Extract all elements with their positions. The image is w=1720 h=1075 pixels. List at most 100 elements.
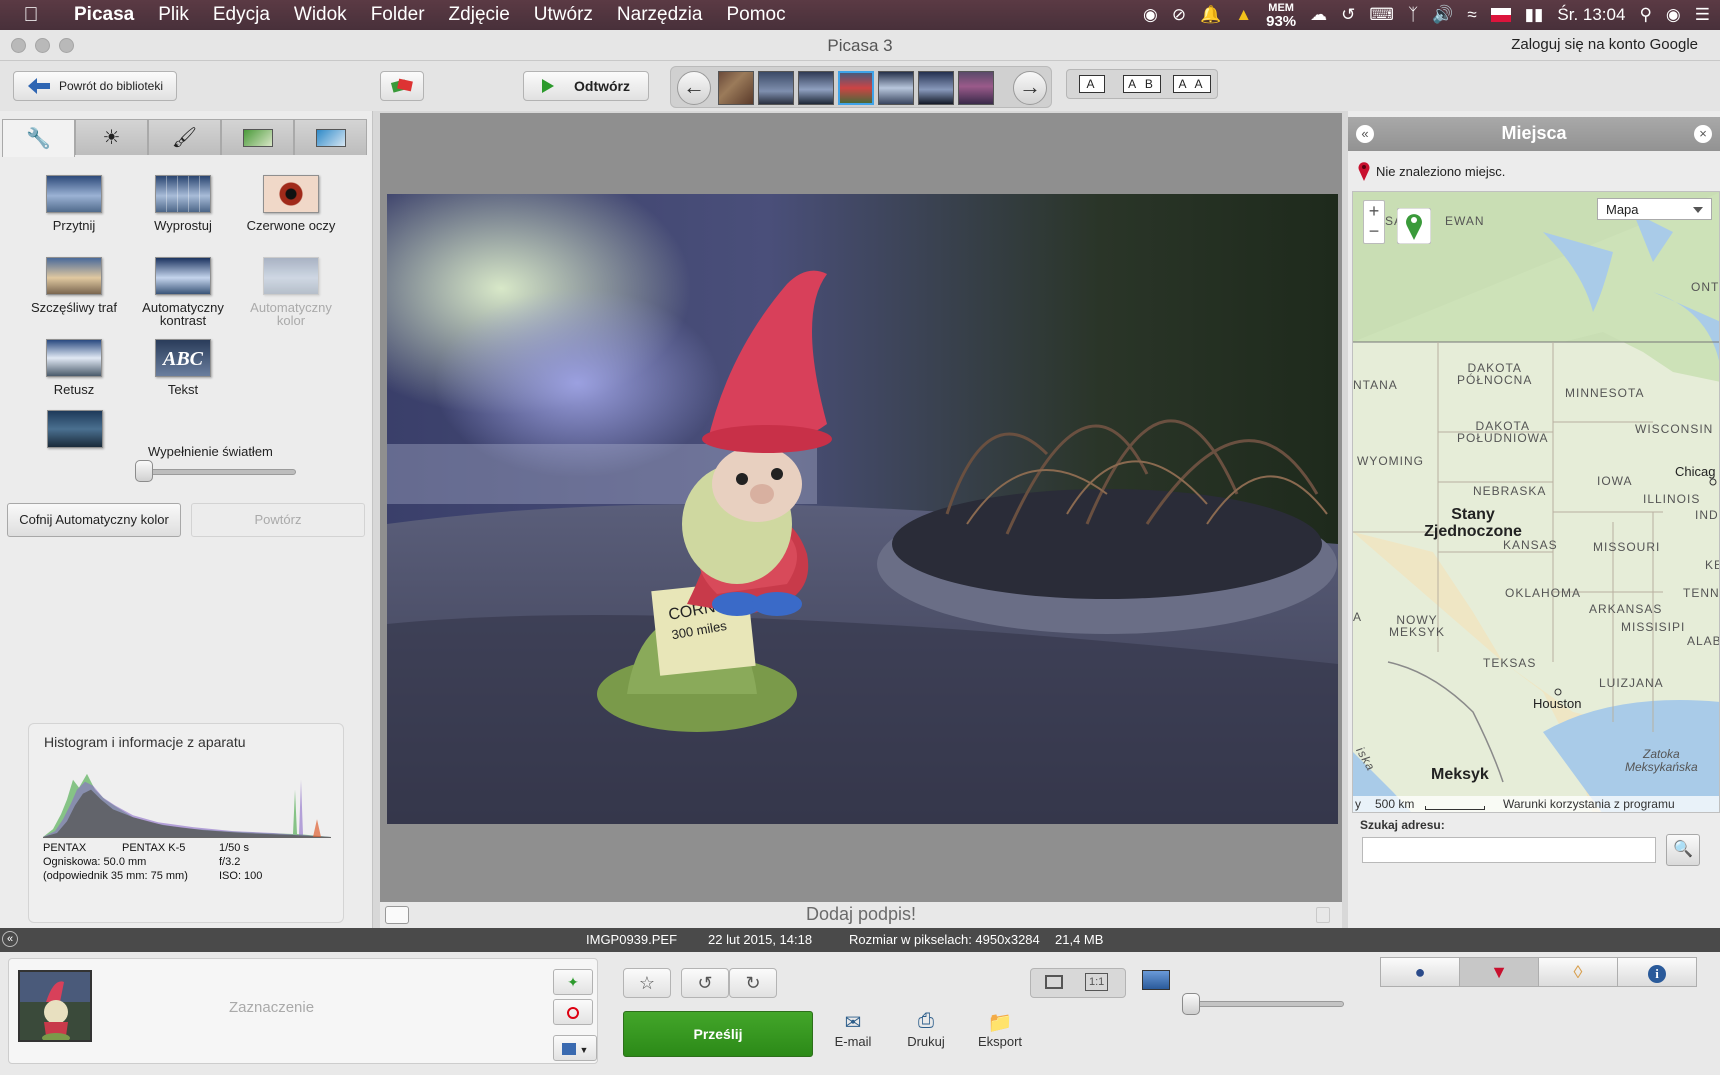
previous-photo-button[interactable]: ←: [677, 71, 711, 105]
caption-input[interactable]: Dodaj podpis!: [380, 904, 1342, 925]
user-icon[interactable]: ◉: [1666, 5, 1681, 25]
info-panel-button[interactable]: i: [1617, 957, 1697, 987]
tool-red-eye[interactable]: Czerwone oczy: [237, 175, 345, 232]
view-before-after-button[interactable]: A A: [1173, 75, 1211, 93]
share-photos-button[interactable]: [380, 71, 424, 101]
view-compare-button[interactable]: A B: [1123, 75, 1161, 93]
export-button[interactable]: 📁 Eksport: [968, 1010, 1032, 1049]
menu-utworz[interactable]: Utwórz: [522, 4, 605, 26]
google-login-link[interactable]: Zaloguj się na konto Google: [1511, 36, 1698, 53]
map-label-wisconsin: WISCONSIN: [1635, 422, 1714, 436]
shield-icon[interactable]: ◉: [1143, 5, 1158, 25]
warning-icon[interactable]: ▲: [1235, 5, 1252, 25]
fill-light-slider-track[interactable]: [140, 469, 296, 475]
map-type-select[interactable]: Mapa: [1597, 198, 1712, 220]
menu-narzedzia[interactable]: Narzędzia: [605, 4, 715, 26]
menu-plik[interactable]: Plik: [146, 4, 201, 26]
clock[interactable]: Śr. 13:04: [1557, 5, 1625, 25]
slideshow-play-button[interactable]: Odtwórz: [523, 71, 649, 101]
filmstrip-thumb-selected[interactable]: [838, 71, 874, 105]
tool-retouch[interactable]: Retusz: [20, 339, 128, 396]
map-terms-link[interactable]: Warunki korzystania z programu: [1503, 797, 1675, 811]
fill-light-slider-thumb[interactable]: [135, 460, 153, 482]
tool-text[interactable]: ABC Tekst: [129, 339, 237, 396]
tab-effects[interactable]: 🖌: [148, 119, 221, 155]
filmstrip-thumb[interactable]: [758, 71, 794, 105]
back-to-library-button[interactable]: Powrót do biblioteki: [13, 71, 177, 101]
hold-pin-button[interactable]: ✦: [553, 969, 593, 995]
keyboard-icon[interactable]: ⌨: [1369, 5, 1394, 25]
tab-effects-blue[interactable]: [294, 119, 367, 155]
wifi-icon[interactable]: ≈: [1467, 5, 1476, 25]
print-button[interactable]: ⎙ Drukuj: [894, 1010, 958, 1049]
tool-crop[interactable]: Przytnij: [20, 175, 128, 232]
time-machine-icon[interactable]: ↺: [1341, 5, 1355, 25]
battery-icon[interactable]: ▮▮: [1525, 5, 1544, 25]
menu-zdjecie[interactable]: Zdjęcie: [437, 4, 522, 26]
people-panel-button[interactable]: ●: [1380, 957, 1460, 987]
zoom-slider-thumb[interactable]: [1182, 993, 1200, 1015]
places-status: Nie znaleziono miejsc.: [1358, 161, 1505, 181]
address-search-button[interactable]: 🔍: [1666, 834, 1700, 866]
auto-contrast-thumbnail: [155, 257, 211, 295]
selected-photo-thumbnail[interactable]: [18, 970, 92, 1042]
filmstrip-thumb[interactable]: [918, 71, 954, 105]
filmstrip-thumb[interactable]: [798, 71, 834, 105]
bluetooth-icon[interactable]: ᛉ: [1408, 5, 1418, 25]
places-panel-button[interactable]: ▼: [1459, 957, 1539, 987]
menu-pomoc[interactable]: Pomoc: [714, 4, 797, 26]
search-icon[interactable]: ⚲: [1639, 5, 1651, 25]
close-panel-icon[interactable]: ×: [1694, 125, 1712, 143]
address-search-label: Szukaj adresu:: [1360, 818, 1445, 832]
tool-feeling-lucky[interactable]: Szczęśliwy traf: [20, 257, 128, 314]
undo-button[interactable]: Cofnij Automatyczny kolor: [7, 503, 181, 537]
zoom-1to1-button[interactable]: 1:1: [1085, 973, 1109, 991]
selection-tray: Zaznaczenie ✦ ▼: [8, 958, 598, 1064]
tab-basic-fixes[interactable]: 🔧: [2, 119, 75, 157]
map-label-wyoming: WYOMING: [1357, 454, 1424, 468]
collapse-tray-icon[interactable]: «: [2, 931, 18, 947]
tags-panel-button[interactable]: ◊: [1538, 957, 1618, 987]
map-zoom-out-button[interactable]: −: [1364, 221, 1384, 241]
tool-auto-contrast[interactable]: Automatyczny kontrast: [129, 257, 237, 327]
do-not-disturb-icon[interactable]: ⊘: [1172, 5, 1186, 25]
rotate-right-button[interactable]: ↻: [729, 968, 777, 998]
memory-meter[interactable]: MEM 93%: [1266, 2, 1296, 29]
cloud-icon[interactable]: ☁: [1310, 5, 1327, 25]
trash-icon[interactable]: [1316, 907, 1330, 923]
tool-straighten-label: Wyprostuj: [154, 218, 212, 233]
filmstrip-thumb[interactable]: [878, 71, 914, 105]
menu-folder[interactable]: Folder: [359, 4, 437, 26]
rotate-left-button[interactable]: ↺: [681, 968, 729, 998]
tool-straighten[interactable]: Wyprostuj: [129, 175, 237, 232]
view-single-button[interactable]: A: [1079, 75, 1105, 93]
bell-icon[interactable]: 🔔: [1200, 5, 1221, 25]
filmstrip-thumb[interactable]: [718, 71, 754, 105]
address-search-input[interactable]: [1362, 837, 1656, 863]
add-to-album-button[interactable]: ▼: [553, 1035, 597, 1061]
map-marker-icon[interactable]: [1397, 208, 1431, 244]
main-photo[interactable]: CORNWALL 300 miles: [387, 194, 1338, 824]
menu-widok[interactable]: Widok: [282, 4, 359, 26]
map-zoom-in-button[interactable]: +: [1364, 201, 1384, 221]
tab-tuning[interactable]: ☀: [75, 119, 148, 155]
blue-brush-icon: [315, 128, 346, 147]
upload-button[interactable]: Prześlij: [623, 1011, 813, 1057]
tab-effects-green[interactable]: [221, 119, 294, 155]
fill-light-label: Wypełnienie światłem: [148, 444, 273, 459]
map-view[interactable]: SASK EWAN ONT. DAKOTA PÓŁNOCNA MINNESOTA…: [1352, 191, 1720, 813]
selection-label: Zaznaczenie: [229, 999, 315, 1016]
list-icon[interactable]: ☰: [1695, 5, 1710, 25]
zoom-slider-track[interactable]: [1188, 1001, 1344, 1007]
email-button[interactable]: ✉ E-mail: [821, 1010, 885, 1049]
fit-to-screen-button[interactable]: [1045, 975, 1063, 989]
apple-menu-icon[interactable]: : [0, 4, 62, 27]
next-photo-button[interactable]: →: [1013, 71, 1047, 105]
filmstrip-thumb[interactable]: [958, 71, 994, 105]
menu-app-name[interactable]: Picasa: [62, 4, 146, 26]
clear-selection-button[interactable]: [553, 999, 593, 1025]
flag-icon[interactable]: [1490, 8, 1511, 22]
menu-edycja[interactable]: Edycja: [201, 4, 282, 26]
volume-icon[interactable]: 🔊: [1432, 5, 1453, 25]
star-button[interactable]: ☆: [623, 968, 671, 998]
